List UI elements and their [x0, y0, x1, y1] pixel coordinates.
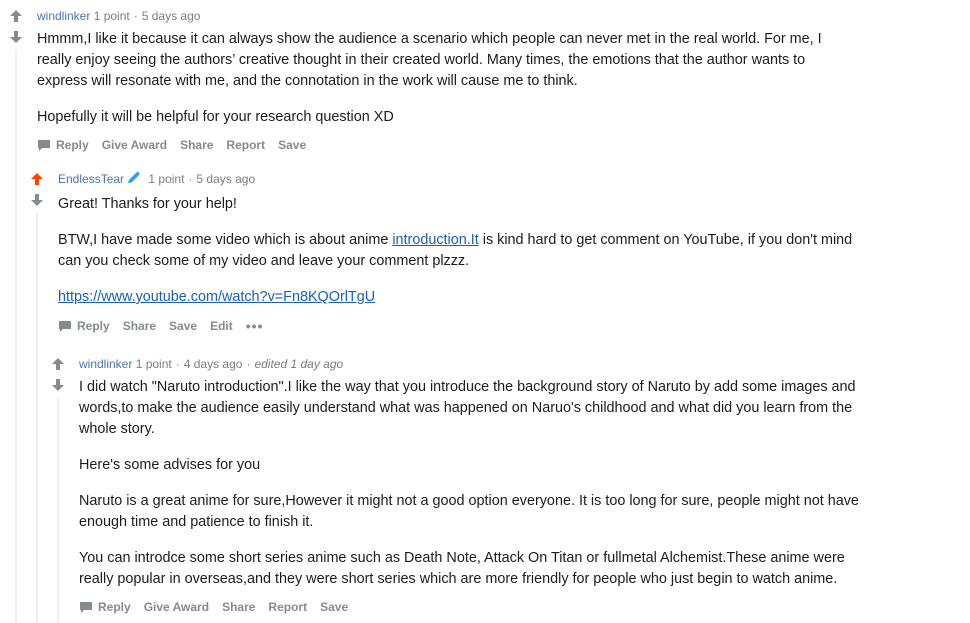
comment-time[interactable]: 4 days ago [184, 357, 243, 371]
reply-label: Reply [98, 600, 131, 614]
meta-separator: · [246, 357, 251, 371]
chat-bubble-icon [80, 601, 92, 613]
comment-paragraph: Here's some advises for you [79, 457, 261, 473]
downvote-arrow-icon[interactable] [28, 192, 46, 208]
paragraph-text: BTW,I have made some video which is abou… [58, 232, 393, 248]
save-button[interactable]: Save [320, 600, 348, 614]
comment-time[interactable]: 5 days ago [142, 9, 201, 23]
comment-paragraph: Naruto is a great anime for sure,However… [79, 493, 859, 530]
comment-author[interactable]: windlinker [79, 357, 132, 371]
report-button[interactable]: Report [226, 138, 265, 152]
share-button[interactable]: Share [123, 319, 156, 333]
thread-line[interactable] [57, 398, 59, 623]
comment-paragraph: Great! Thanks for your help! [58, 196, 237, 212]
save-button[interactable]: Save [169, 319, 197, 333]
reply-button[interactable]: Reply [37, 138, 89, 152]
share-button[interactable]: Share [180, 138, 213, 152]
reply-label: Reply [56, 138, 89, 152]
comment-meta: windlinker 1 point · 4 days ago · edited 1 d… [79, 356, 879, 372]
comment: EndlessTear 1 point · 5 days ago Great! Th… [58, 171, 858, 334]
comment-time[interactable]: 5 days ago [196, 172, 255, 186]
upvote-arrow-icon[interactable] [49, 356, 67, 372]
meta-separator: · [133, 9, 138, 23]
comment-meta: windlinker 1 point · 5 days ago [37, 8, 837, 24]
give-award-button[interactable]: Give Award [144, 600, 209, 614]
reply-label: Reply [77, 319, 110, 333]
give-award-button[interactable]: Give Award [102, 138, 167, 152]
comment-body: Hmmm,I like it because it can always sho… [37, 29, 837, 128]
reply-button[interactable]: Reply [79, 600, 131, 614]
save-button[interactable]: Save [278, 138, 306, 152]
edited-time: edited 1 day ago [254, 357, 344, 371]
comment-points: 1 point [135, 357, 172, 371]
meta-separator: · [188, 172, 193, 187]
thread-line[interactable] [36, 213, 38, 623]
comment-actions: Reply Share Save Edit ••• [58, 318, 858, 334]
pencil-flair-icon [126, 171, 141, 189]
comment-author[interactable]: windlinker [37, 9, 90, 23]
meta-separator: · [175, 357, 180, 371]
comment-paragraph: I did watch "Naruto introduction".I like… [79, 379, 856, 437]
comment-points: 1 point [148, 172, 185, 187]
chat-bubble-icon [59, 320, 71, 332]
comment: windlinker 1 point · 4 days ago · edited 1 d… [79, 356, 879, 614]
edit-button[interactable]: Edit [210, 319, 233, 333]
comment-points: 1 point [93, 9, 130, 23]
intro-link[interactable]: introduction.It [392, 232, 478, 248]
report-button[interactable]: Report [268, 600, 307, 614]
share-button[interactable]: Share [222, 600, 255, 614]
upvote-arrow-icon[interactable] [28, 171, 46, 187]
comment-body: Great! Thanks for your help! BTW,I have … [58, 194, 858, 308]
comment-paragraph: BTW,I have made some video which is abou… [58, 230, 858, 272]
comment: windlinker 1 point · 5 days ago Hmmm,I lik… [37, 8, 837, 152]
more-options-button[interactable]: ••• [246, 318, 264, 334]
comment-actions: Reply Give Award Share Report Save [79, 600, 879, 614]
downvote-arrow-icon[interactable] [49, 377, 67, 393]
comment-paragraph: https://www.youtube.com/watch?v=Fn8KQOrl… [58, 287, 858, 308]
thread-line[interactable] [15, 50, 17, 623]
chat-bubble-icon [38, 139, 50, 151]
comment-author[interactable]: EndlessTear [58, 172, 124, 186]
upvote-arrow-icon[interactable] [7, 8, 25, 24]
comment-paragraph: Hmmm,I like it because it can always sho… [37, 31, 822, 89]
reply-button[interactable]: Reply [58, 319, 110, 333]
downvote-arrow-icon[interactable] [7, 29, 25, 45]
comment-paragraph: Hopefully it will be helpful for your re… [37, 109, 394, 125]
comment-body: I did watch "Naruto introduction".I like… [79, 377, 879, 590]
comment-meta: EndlessTear 1 point · 5 days ago [58, 171, 858, 189]
comment-actions: Reply Give Award Share Report Save [37, 138, 837, 152]
comment-paragraph: You can introdce some short series anime… [79, 550, 845, 587]
youtube-link[interactable]: https://www.youtube.com/watch?v=Fn8KQOrl… [58, 289, 375, 305]
